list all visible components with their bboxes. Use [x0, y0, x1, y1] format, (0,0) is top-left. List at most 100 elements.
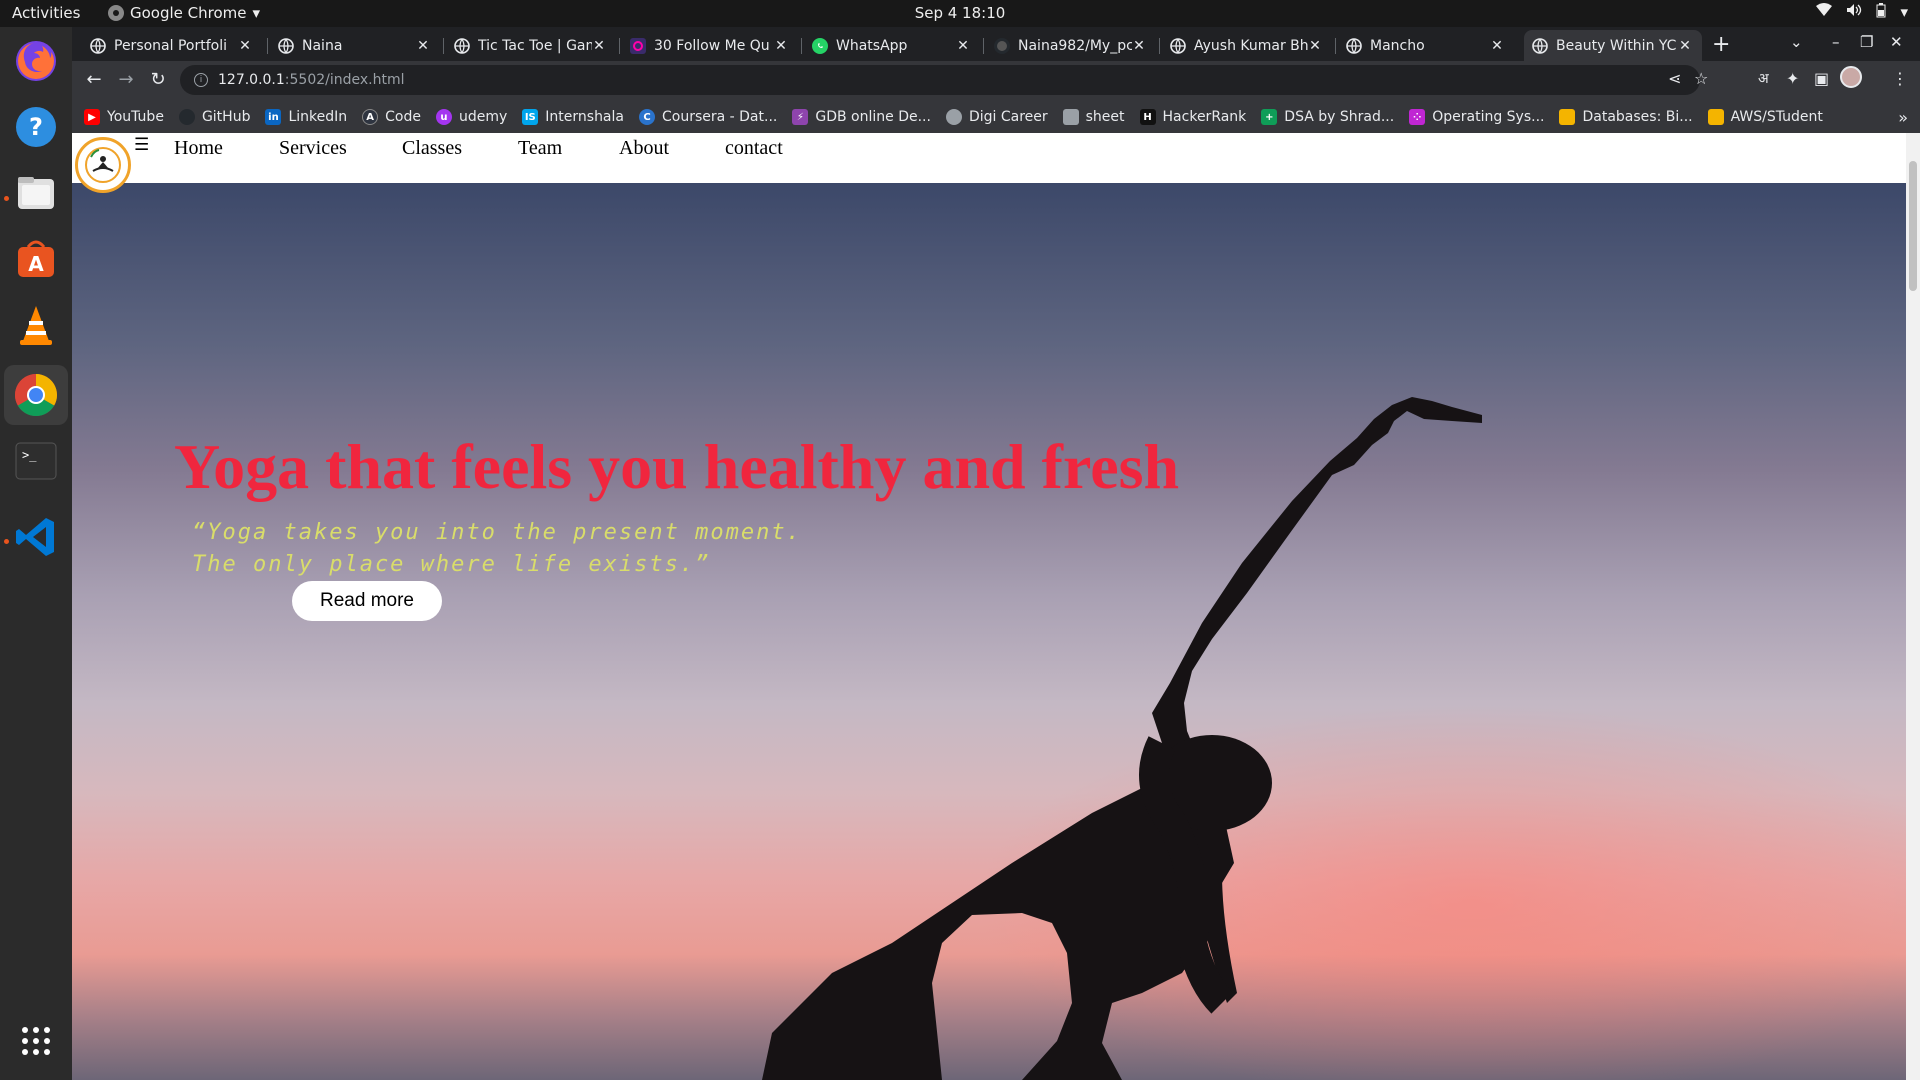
close-tab-icon[interactable]: ✕ [1490, 38, 1504, 54]
page-scrollbar[interactable] [1906, 133, 1920, 1080]
bookmark-udemy[interactable]: u udemy [435, 109, 507, 125]
close-tab-icon[interactable]: ✕ [238, 38, 252, 54]
back-icon[interactable]: ← [82, 69, 106, 90]
site-info-icon[interactable]: i [194, 73, 208, 87]
svg-text:?: ? [29, 113, 43, 141]
share-icon[interactable]: ⋖ [1668, 69, 1681, 88]
quote-line-1: “Yoga takes you into the present moment. [192, 520, 802, 545]
files-icon[interactable] [12, 169, 60, 217]
bookmark-linkedin[interactable]: in LinkedIn [265, 109, 347, 125]
globe-icon [945, 109, 962, 125]
minimize-icon[interactable]: – [1832, 33, 1840, 51]
close-tab-icon[interactable]: ✕ [1308, 38, 1322, 54]
bookmark-hackerrank[interactable]: H HackerRank [1139, 109, 1246, 125]
bookmark-youtube[interactable]: ▶ YouTube [84, 109, 164, 125]
profile-avatar[interactable] [1840, 66, 1862, 88]
youtube-icon: ▶ [84, 109, 100, 125]
nav-team[interactable]: Team [518, 137, 562, 160]
vscode-icon[interactable] [12, 513, 60, 561]
firefox-icon[interactable] [12, 37, 60, 85]
whatsapp-icon [812, 37, 828, 54]
globe-icon [454, 37, 470, 54]
hackerrank-icon: H [1139, 109, 1156, 125]
os-icon: ⁘ [1409, 109, 1426, 125]
tab[interactable]: Naina ✕ [270, 30, 440, 61]
url-path: :5502/index.html [284, 72, 405, 88]
tab[interactable]: Personal Portfoli ✕ [82, 30, 262, 61]
github-icon [994, 37, 1010, 54]
bookmark-aws[interactable]: AWS/STudent [1707, 109, 1823, 125]
bookmark-github[interactable]: GitHub [178, 109, 250, 125]
close-tab-icon[interactable]: ✕ [774, 38, 788, 54]
help-icon[interactable]: ? [12, 103, 60, 151]
vlc-icon[interactable] [12, 301, 60, 349]
close-window-icon[interactable]: ✕ [1890, 33, 1903, 51]
clock[interactable]: Sep 4 18:10 [0, 4, 1920, 22]
new-tab-icon[interactable]: + [1712, 32, 1730, 57]
folder-icon [1062, 109, 1079, 125]
tab[interactable]: Ayush Kumar Bh ✕ [1162, 30, 1332, 61]
close-tab-icon[interactable]: ✕ [592, 38, 606, 54]
tab-active[interactable]: Beauty Within YC ✕ [1524, 30, 1702, 61]
tab-strip: Personal Portfoli ✕ Naina ✕ Tic Tac Toe … [72, 27, 1920, 61]
scrollbar-thumb[interactable] [1909, 161, 1917, 291]
reload-icon[interactable]: ↻ [146, 69, 170, 90]
hero-title: Yoga that feels you healthy and fresh [174, 431, 1180, 502]
bookmark-coursera[interactable]: C Coursera - Dat... [638, 109, 777, 125]
nav-home[interactable]: Home [174, 137, 223, 160]
extensions-icon[interactable]: ✦ [1786, 69, 1799, 88]
bookmark-dsa[interactable]: + DSA by Shrad... [1261, 109, 1394, 125]
system-tray[interactable]: ▾ [1816, 3, 1908, 22]
tab-title: Naina [302, 37, 343, 54]
restore-icon[interactable]: ❐ [1860, 33, 1873, 51]
bookmark-digi-career[interactable]: Digi Career [945, 109, 1048, 125]
address-bar[interactable]: i 127.0.0.1 :5502/index.html [180, 65, 1700, 95]
bookmark-operating-systems[interactable]: ⁘ Operating Sys... [1409, 109, 1544, 125]
tab[interactable]: WhatsApp ✕ [804, 30, 980, 61]
bookmark-sheet[interactable]: sheet [1062, 109, 1125, 125]
svg-text:A: A [28, 252, 44, 276]
bookmark-internshala[interactable]: IS Internshala [522, 109, 624, 125]
bookmark-star-icon[interactable]: ☆ [1694, 69, 1708, 88]
tab[interactable]: Naina982/My_pc ✕ [986, 30, 1156, 61]
quiz-icon [630, 37, 646, 54]
read-more-button[interactable]: Read more [292, 581, 442, 621]
tab-title: Personal Portfoli [114, 37, 227, 54]
nav-classes[interactable]: Classes [402, 137, 462, 160]
page-viewport: Yoga that feels you healthy and fresh “Y… [72, 133, 1906, 1080]
tab-title: Ayush Kumar Bh [1194, 37, 1308, 54]
nav-about[interactable]: About [619, 137, 669, 160]
internshala-icon: IS [522, 109, 539, 125]
hero-quote: “Yoga takes you into the present moment.… [192, 517, 802, 581]
nav-contact[interactable]: contact [725, 137, 783, 160]
bookmark-code[interactable]: A Code [362, 109, 421, 125]
hamburger-menu-icon[interactable]: ☰ [134, 135, 149, 155]
close-tab-icon[interactable]: ✕ [956, 38, 970, 54]
site-navbar: ☰ Home Services Classes Team About conta… [72, 133, 1906, 193]
nav-services[interactable]: Services [279, 137, 347, 160]
menu-dots-icon[interactable]: ⋮ [1892, 69, 1908, 88]
bookmark-databases[interactable]: Databases: Bi... [1559, 109, 1693, 125]
close-tab-icon[interactable]: ✕ [416, 38, 430, 54]
system-menu-arrow-icon: ▾ [1900, 3, 1908, 21]
show-applications-icon[interactable] [12, 1017, 60, 1065]
bookmark-gdb[interactable]: ⚡ GDB online De... [792, 109, 931, 125]
coursera-icon: C [638, 109, 655, 125]
translate-icon[interactable]: अ [1758, 69, 1769, 88]
terminal-icon[interactable]: >_ [12, 437, 60, 485]
quote-line-2: The only place where life exists.” [192, 552, 711, 577]
side-panel-icon[interactable]: ▣ [1814, 69, 1829, 88]
tab-search-icon[interactable]: ⌄ [1790, 33, 1803, 51]
software-center-icon[interactable]: A [12, 235, 60, 283]
tab[interactable]: 30 Follow Me Qu ✕ [622, 30, 798, 61]
tab-title: Naina982/My_pc [1018, 37, 1132, 54]
tab[interactable]: Tic Tac Toe | Gam ✕ [446, 30, 616, 61]
close-tab-icon[interactable]: ✕ [1132, 38, 1146, 54]
more-bookmarks-icon[interactable]: » [1898, 108, 1908, 127]
tab[interactable]: Mancho ✕ [1338, 30, 1514, 61]
yoga-logo-icon[interactable] [75, 137, 131, 193]
close-tab-icon[interactable]: ✕ [1678, 38, 1692, 54]
forward-icon[interactable]: → [114, 69, 138, 90]
chrome-icon[interactable] [4, 365, 68, 425]
udemy-icon: u [435, 109, 452, 125]
